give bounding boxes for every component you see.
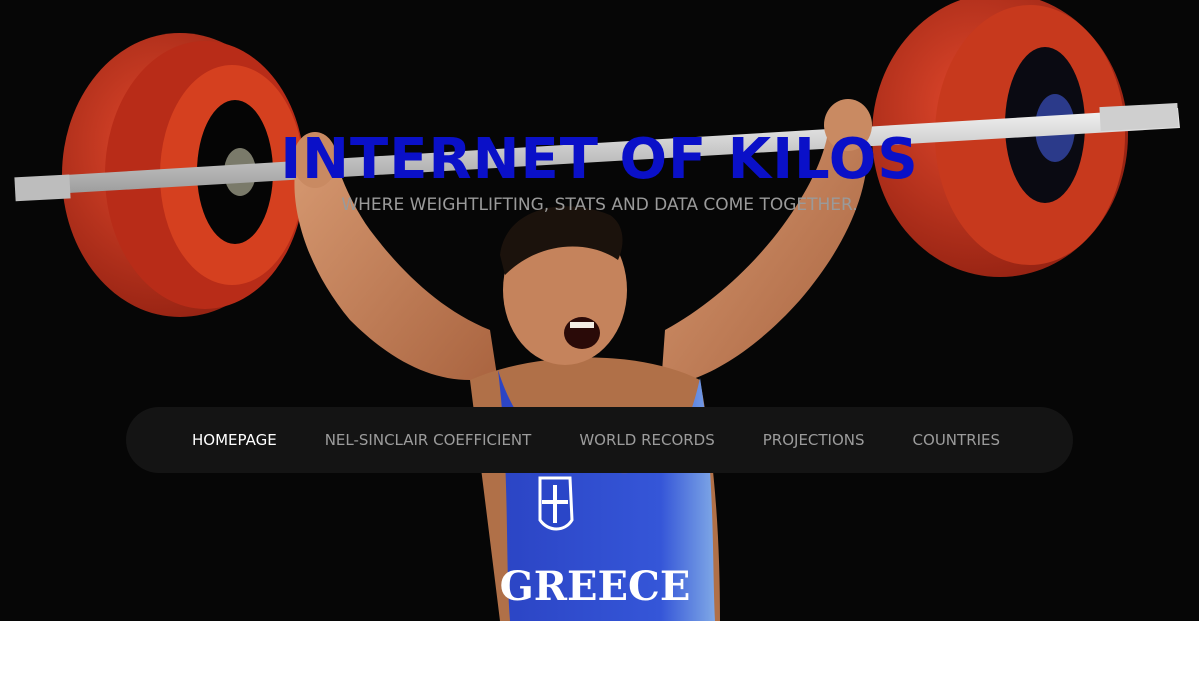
nav-item-homepage[interactable]: HOMEPAGE <box>192 407 277 473</box>
main-navigation: HOMEPAGE NEL-SINCLAIR COEFFICIENT WORLD … <box>126 407 1073 473</box>
nav-list: HOMEPAGE NEL-SINCLAIR COEFFICIENT WORLD … <box>126 407 1073 473</box>
singlet-text: GREECE <box>500 563 691 610</box>
site-tagline: WHERE WEIGHTLIFTING, STATS AND DATA COME… <box>341 195 858 215</box>
hero-banner: GREECE INTERNET OF KILOS WHERE WEIGHTLIF… <box>0 0 1199 621</box>
nav-item-countries[interactable]: COUNTRIES <box>913 407 1001 473</box>
nav-item-projections[interactable]: PROJECTIONS <box>763 407 865 473</box>
nav-item-nel-sinclair-coefficient[interactable]: NEL-SINCLAIR COEFFICIENT <box>325 407 532 473</box>
hero-photo: GREECE <box>0 0 1199 621</box>
nav-item-world-records[interactable]: WORLD RECORDS <box>579 407 714 473</box>
page-content-area <box>0 621 1199 673</box>
site-title[interactable]: INTERNET OF KILOS <box>0 124 1199 196</box>
